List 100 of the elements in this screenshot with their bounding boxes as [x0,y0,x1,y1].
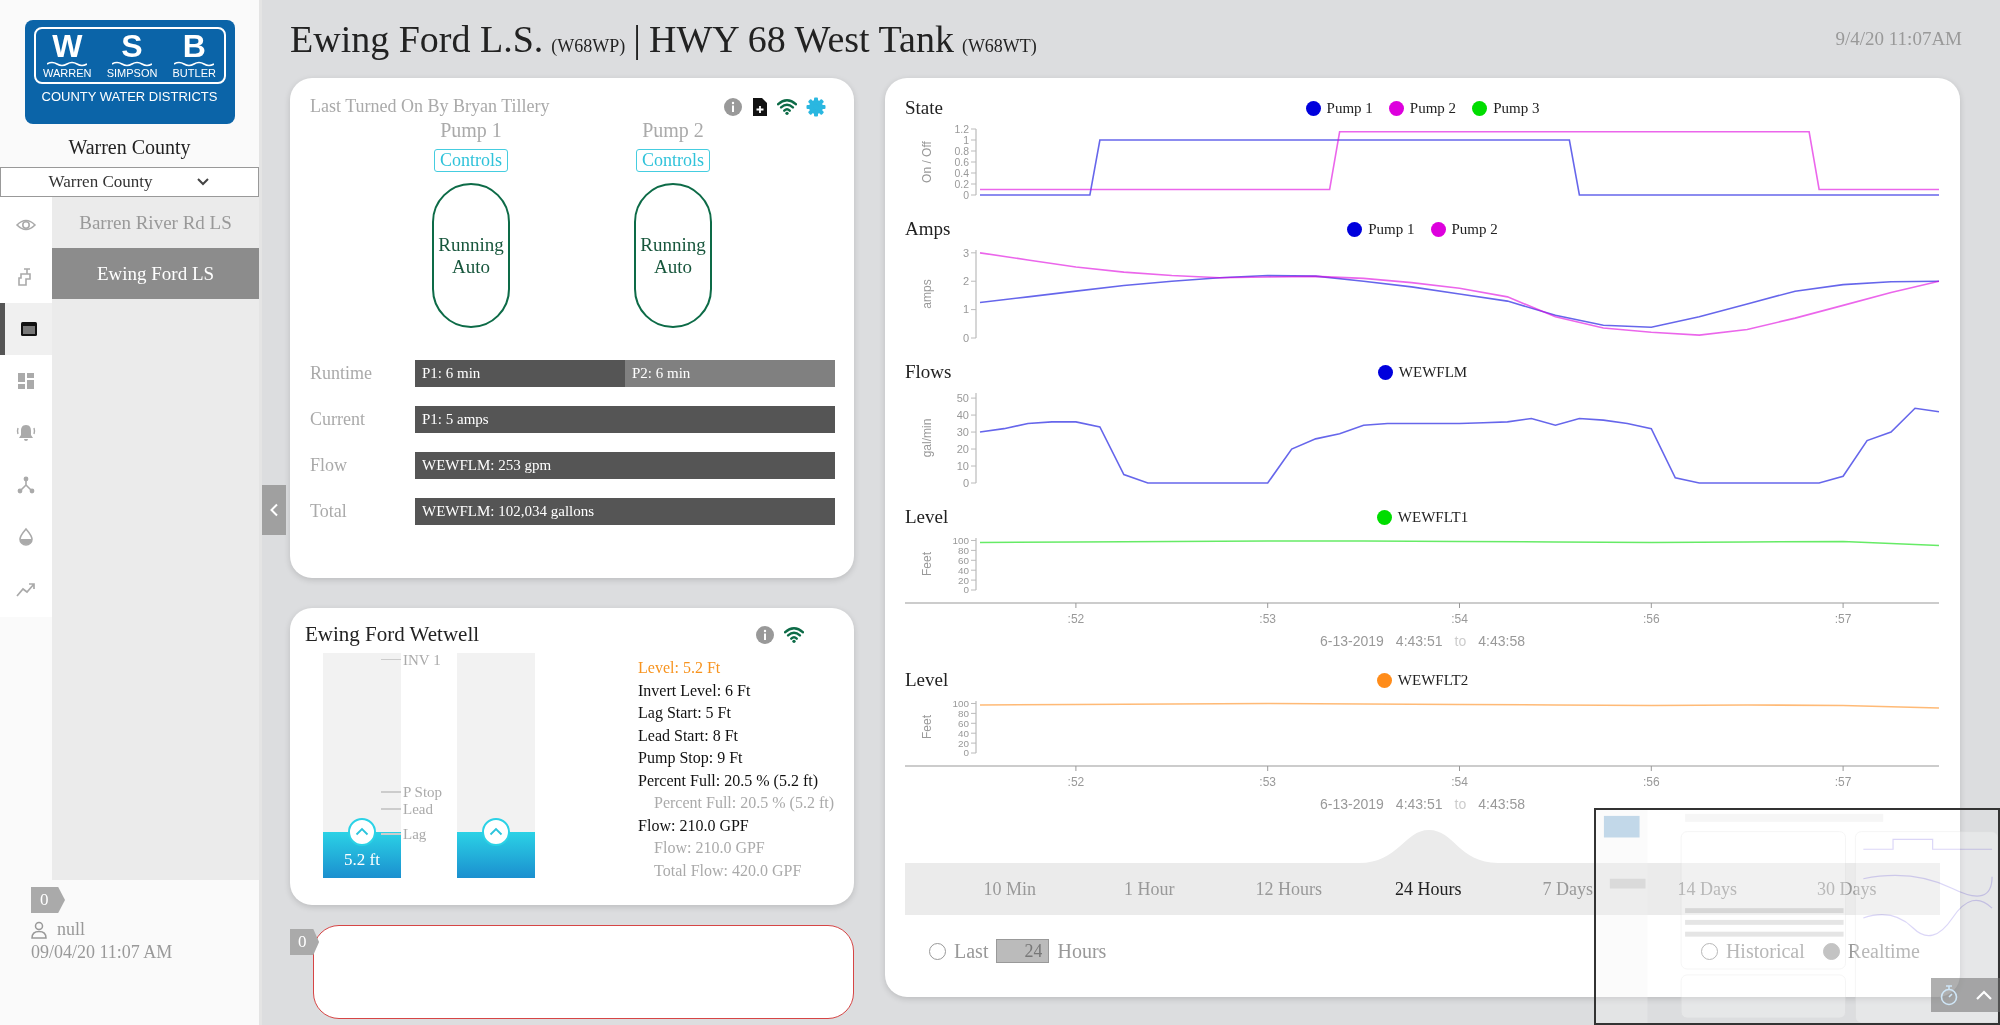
logo-tagline: COUNTY WATER DISTRICTS [41,89,218,104]
logo-name: WARREN [43,67,92,80]
range-option[interactable]: 10 Min [940,863,1080,915]
axis-tick-label: :53 [1259,775,1277,789]
value-bar: WEWFLM: 253 gpm [415,452,835,479]
axis-tick-label: 80 [958,544,969,556]
radio-button[interactable] [1822,942,1840,960]
axis-tick-label: 1 [962,303,969,316]
value-bar: P2: 6 min [625,360,835,387]
controls-button[interactable]: Controls [636,149,710,172]
range-option[interactable]: 1 Hour [1079,863,1219,915]
file-add-icon[interactable] [752,96,768,117]
value-bar: P1: 5 amps [415,406,835,433]
region-dropdown[interactable]: Warren County [0,167,259,197]
axis-tick-label: 20 [958,574,969,586]
axis-tick-label: :52 [1067,612,1085,626]
chevron-left-icon [269,503,279,517]
range-option[interactable]: 30 Days [1777,863,1917,915]
axis-tick-label: 1 [963,134,969,146]
axis-tick-label: 0 [963,584,969,596]
marker-line [381,791,401,793]
station-title: Ewing Ford L.S. [290,17,544,61]
axis-tick-label: 40 [958,564,969,576]
axis-tick-label: 0 [962,476,969,489]
axis-tick-label: 0 [963,747,969,759]
pump-name: Pump 2 [642,119,704,142]
wetwell-stat: Percent Full: 20.5 % (5.2 ft) [638,770,819,792]
marker-label: Lag [403,827,427,841]
value-bar: P1: 6 min [415,360,625,387]
y-axis [970,128,977,196]
chevron-up-icon [1974,989,1993,1001]
legend-label: WEWFLT1 [1397,508,1469,526]
info-icon[interactable] [723,96,743,117]
count-badge: 0 [290,929,320,955]
metric-label: Flow [310,455,348,476]
marker-label: INV 1 [403,652,441,667]
axis-tick-label: :54 [1451,612,1468,626]
user-icon [31,920,47,939]
logo-letter: S [121,31,143,61]
wetwell-stat: Total Flow: 420.0 GPF [653,860,803,881]
settings-icon[interactable] [806,96,826,117]
range-start: 4:43:51 [1395,796,1443,812]
collapse-button[interactable] [262,485,286,535]
axis-tick-label: 20 [958,737,969,749]
axis-tick-label: 40 [956,408,969,421]
radio-button[interactable] [929,942,946,960]
legend-label: WEWFLT2 [1397,671,1469,689]
metric-label: Total [310,501,348,522]
logo-name: SIMPSON [106,67,158,80]
axis-tick-label: :56 [1642,775,1660,789]
bell-icon [15,422,37,444]
axis-title: On / Off [920,141,934,183]
card-caption: Last Turned On By Bryan Tillery [310,96,550,117]
axis-tick-label: :54 [1451,775,1468,789]
station-code: (W68WT) [961,36,1037,57]
count-badge: 0 [31,887,65,913]
range-date: 6-13-2019 [1320,796,1384,812]
chart-title: Level [905,506,950,528]
legend-label: Pump 3 [1493,99,1540,117]
axis-title: amps [920,279,934,309]
station-item[interactable]: Barren River Rd LS [52,197,259,248]
pump-name: Pump 1 [440,119,502,142]
radio-button[interactable] [1700,942,1718,960]
station-item[interactable]: Ewing Ford LS [52,248,259,299]
info-icon[interactable] [755,624,775,645]
logo-name: BUTLER [172,67,216,80]
axis-tick-label: 3 [962,246,969,259]
radio-label: Last [954,939,989,963]
chart-title: Level [905,669,950,691]
metric-label: Runtime [310,363,373,384]
axis-tick-label: 1.2 [954,123,969,135]
chevron-down-icon [196,177,211,187]
axis-tick-label: 0.2 [954,178,969,190]
wave-icon [112,61,153,67]
range-option[interactable]: 14 Days [1637,863,1777,915]
axis-tick-label: 100 [952,697,969,709]
marker-label: Lead [403,802,433,817]
wifi-icon [784,624,804,645]
range-option[interactable]: 12 Hours [1219,863,1359,915]
axis-tick-label: 30 [956,425,969,438]
axis-tick-label: :53 [1259,612,1277,626]
controls-button[interactable]: Controls [434,149,508,172]
stopwatch-icon [1938,984,1959,1006]
timestamp: 9/4/20 11:07AM [1835,28,1962,50]
axis-title: Feet [920,715,934,739]
range-option[interactable]: 7 Days [1498,863,1638,915]
y-axis [970,700,977,754]
wetwell-stat: Flow: 210.0 GPF [638,815,750,836]
nav-item[interactable] [0,303,52,355]
range-end: 4:43:58 [1478,633,1525,649]
axis-tick-label: 0.8 [954,145,969,157]
axis-title: gal/min [920,418,934,458]
range-option[interactable]: 24 Hours [1358,863,1498,915]
wetwell-stat: Percent Full: 20.5 % (5.2 ft) [653,793,834,814]
axis-tick-label: 0 [963,189,969,201]
wetwell-stat: Level: 5.2 Ft [638,658,722,678]
axis-tick-label: :57 [1834,775,1852,789]
axis-tick-label: 50 [956,391,969,404]
hours-input[interactable]: 24 [996,939,1050,963]
scroll-top-button[interactable] [1966,978,2000,1012]
